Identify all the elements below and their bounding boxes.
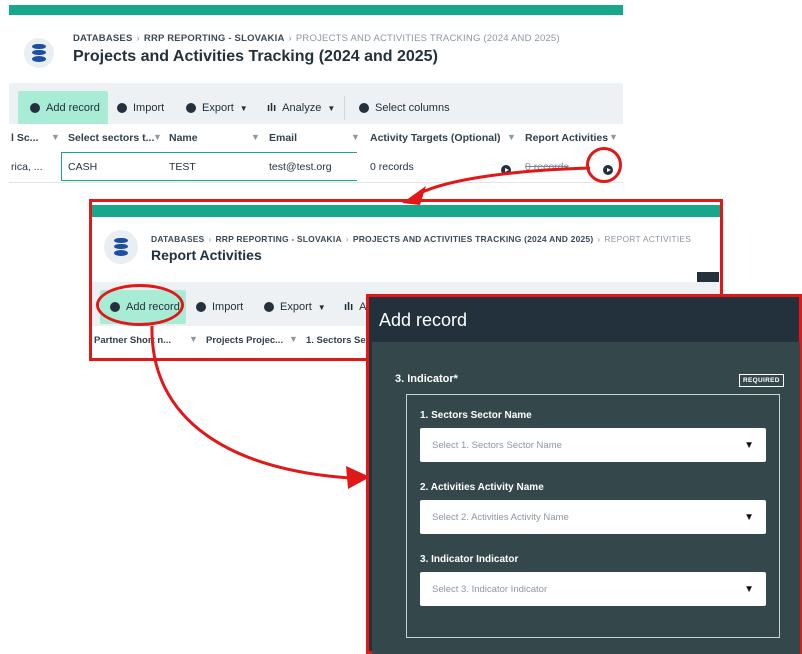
annotation-arrows — [150, 166, 591, 489]
arrow-1 — [417, 166, 591, 196]
arrow-2 — [150, 325, 351, 480]
arrow-2-head — [346, 466, 370, 489]
arrow-1-head — [402, 186, 426, 205]
